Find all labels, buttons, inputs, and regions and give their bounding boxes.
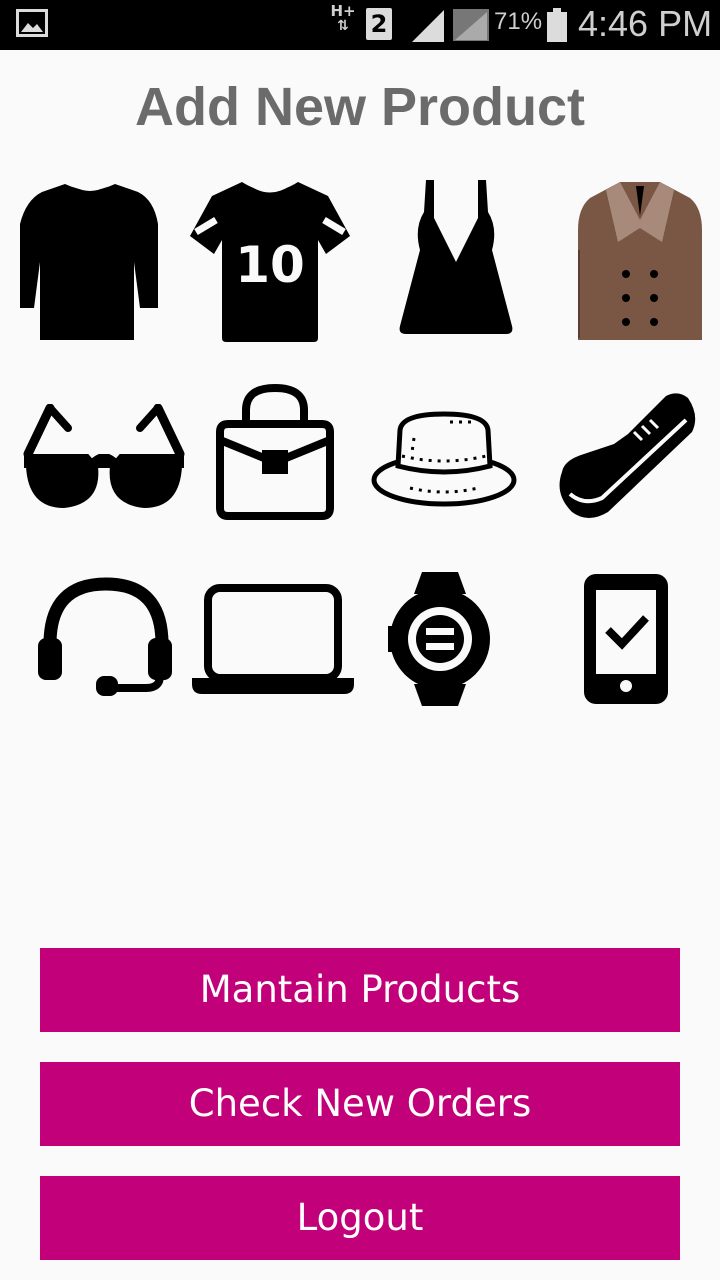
long-sleeve-shirt-icon[interactable] [20,180,160,344]
logout-button[interactable]: Logout [40,1176,680,1260]
laptop-icon[interactable] [192,584,354,696]
network-type-indicator: H+ ⇅ [330,2,356,34]
maintain-products-button[interactable]: Mantain Products [40,948,680,1032]
handbag-icon[interactable] [212,384,338,520]
signal-strength-secondary-icon [452,8,490,46]
check-new-orders-button[interactable]: Check New Orders [40,1062,680,1146]
jersey-number: 10 [235,236,305,294]
status-bar: H+ ⇅ 2 71% 4:46 PM [0,0,720,50]
sneaker-icon[interactable] [554,390,698,524]
status-clock: 4:46 PM [578,3,713,44]
smartwatch-icon[interactable] [388,572,492,706]
battery-percent: 71% [494,8,543,35]
smartphone-icon[interactable] [584,574,668,704]
dress-icon[interactable] [398,178,514,338]
gallery-notification-icon [16,9,48,41]
page-title: Add New Product [134,77,585,137]
battery-icon [546,8,568,46]
headset-icon[interactable] [36,576,176,700]
sim-slot-badge: 2 [366,8,392,40]
sunglasses-icon[interactable] [20,404,188,514]
jersey-icon[interactable]: 10 [190,180,350,344]
hat-icon[interactable] [370,408,518,508]
coat-icon[interactable] [578,180,702,344]
signal-strength-icon [410,8,446,46]
